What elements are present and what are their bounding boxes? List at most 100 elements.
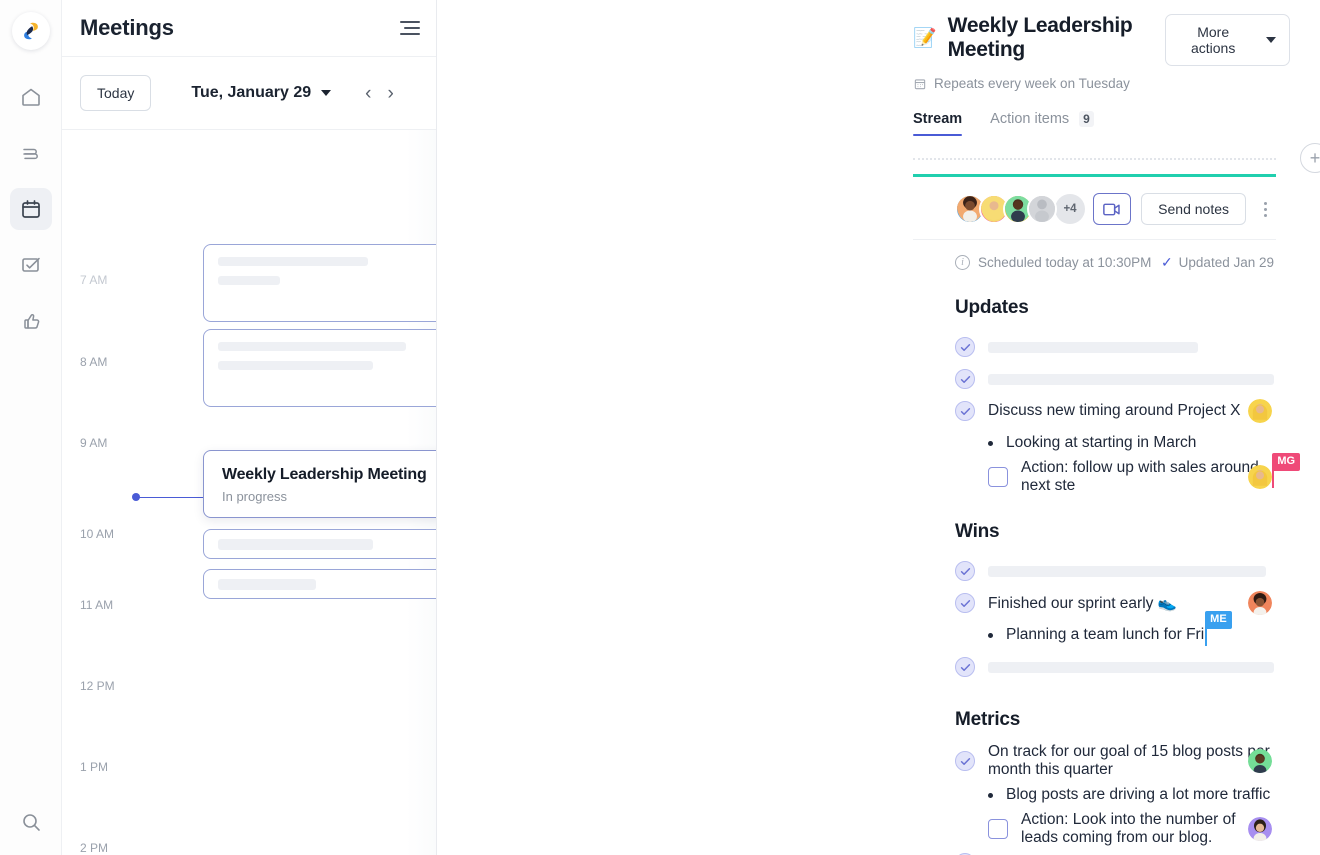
event-title-placeholder (218, 342, 406, 351)
tab-stream-label: Stream (913, 111, 963, 127)
scheduled-info: i Scheduled today at 10:30PM (955, 255, 1151, 270)
section-heading: Wins (955, 521, 1000, 542)
notepad-icon: 📝 (913, 27, 937, 49)
more-actions-button[interactable]: More actions (1165, 14, 1290, 66)
note-sub-line[interactable]: Looking at starting in March (955, 427, 1274, 459)
current-date-label: Tue, January 29 (191, 84, 312, 101)
note-line[interactable] (955, 847, 1274, 855)
action-item-text: Action: Look into the number of leads co… (1021, 811, 1236, 846)
hour-label: 9 AM (80, 436, 108, 450)
date-selector[interactable]: Tue, January 29 (191, 84, 332, 102)
event-title-placeholder (218, 539, 373, 550)
calendar-event[interactable] (203, 329, 436, 407)
dotted-divider (913, 158, 1276, 160)
collab-cursor-label: MG (1272, 452, 1301, 471)
notes-body[interactable]: Updates Discuss new timing around Projec… (913, 297, 1301, 855)
meeting-title: Weekly Leadership Meeting (947, 14, 1133, 61)
more-actions-label: More actions (1190, 24, 1236, 56)
bullet-icon (988, 632, 993, 638)
page-title: Meetings (80, 15, 174, 40)
hour-label: 2 PM (80, 841, 109, 855)
more-options-icon[interactable] (1256, 198, 1274, 221)
note-text-placeholder (988, 565, 1266, 577)
card-meta: i Scheduled today at 10:30PM ✓ Updated J… (913, 240, 1276, 271)
check-circle-icon[interactable] (955, 751, 975, 771)
hour-label: 11 AM (80, 598, 114, 612)
collab-cursor-mg: MG (1272, 452, 1301, 488)
note-sub-text: Looking at starting in March (1006, 434, 1197, 451)
check-circle-icon[interactable] (955, 657, 975, 677)
note-line[interactable] (955, 331, 1274, 363)
note-text-placeholder (988, 341, 1198, 353)
tab-stream[interactable]: Stream (913, 111, 963, 136)
check-circle-icon[interactable] (955, 369, 975, 389)
meeting-header: 📝 Weekly Leadership Meeting More actions… (437, 0, 1320, 136)
action-item-line[interactable]: Action: follow up with sales around next… (955, 452, 1301, 495)
calendar-event[interactable] (203, 529, 436, 559)
video-camera-icon[interactable] (1093, 193, 1132, 225)
note-text: Finished our sprint early 👟 (988, 594, 1178, 612)
note-sub-line[interactable]: Planning a team lunch for Fri ME (955, 610, 1274, 651)
check-circle-icon[interactable] (955, 561, 975, 581)
note-line[interactable]: On track for our goal of 15 blog posts p… (955, 743, 1274, 779)
calendar-toolbar: Today Tue, January 29 ‹ › (62, 57, 436, 130)
check-icon: ✓ (1160, 254, 1173, 270)
updated-info: ✓ Updated Jan 29 (1161, 254, 1274, 271)
avatar[interactable] (1248, 465, 1272, 489)
hour-label: 7 AM (80, 273, 108, 287)
section-heading: Metrics (955, 709, 1021, 730)
action-item-line[interactable]: Action: Look into the number of leads co… (955, 811, 1274, 847)
plus-icon[interactable]: + (1300, 143, 1320, 173)
avatar[interactable] (1027, 194, 1057, 224)
send-notes-button[interactable]: Send notes (1141, 193, 1246, 225)
tab-action-items[interactable]: Action items 9 (990, 111, 1094, 136)
calendar-panel: Meetings Today Tue, January 29 ‹ › 7 AM … (62, 0, 437, 855)
calendar-event[interactable] (203, 569, 436, 599)
section-heading: Updates (955, 297, 1029, 318)
note-text-placeholder (988, 373, 1274, 385)
date-nav: ‹ › (365, 84, 394, 103)
calendar-repeat-icon (914, 78, 926, 89)
check-circle-icon[interactable] (955, 593, 975, 613)
calendar-event-active[interactable]: Weekly Leadership Meeting In progress (203, 450, 436, 518)
attendee-avatars[interactable]: +4 (955, 194, 1085, 224)
avatar[interactable] (1248, 591, 1272, 615)
prev-day-button[interactable]: ‹ (365, 84, 371, 103)
sidebar-item-home[interactable] (10, 76, 52, 118)
sidebar-item-tasks[interactable] (10, 244, 52, 286)
avatar-overflow-count[interactable]: +4 (1055, 194, 1085, 224)
sidebar-item-meetings[interactable] (9, 188, 52, 230)
bullet-icon (988, 440, 993, 446)
sidebar-item-praise[interactable] (10, 300, 52, 342)
checkbox[interactable] (988, 819, 1008, 839)
note-line[interactable] (955, 363, 1274, 395)
chevron-down-icon (1266, 37, 1276, 43)
note-line[interactable]: Discuss new timing around Project X (955, 395, 1274, 427)
add-block-separator: + (437, 143, 1320, 173)
calendar-grid[interactable]: 7 AM 8 AM 9 AM 10 AM 11 AM 12 PM 1 PM 2 … (62, 130, 436, 855)
left-nav-rail (0, 0, 62, 855)
hour-label: 10 AM (80, 527, 115, 541)
checkbox[interactable] (988, 467, 1008, 487)
calendar-event[interactable] (203, 244, 436, 322)
today-button[interactable]: Today (80, 75, 152, 111)
sidebar-item-feed[interactable] (10, 132, 52, 174)
next-day-button[interactable]: › (387, 84, 393, 103)
check-circle-icon[interactable] (955, 337, 975, 357)
event-subtitle-placeholder (218, 361, 373, 370)
updated-text: Updated Jan 29 (1178, 255, 1274, 270)
search-icon[interactable] (10, 801, 52, 843)
note-sub-line[interactable]: Blog posts are driving a lot more traffi… (955, 779, 1274, 811)
meeting-tabs: Stream Action items 9 (913, 111, 1290, 136)
avatar[interactable] (1248, 817, 1272, 841)
meeting-detail-panel: 📝 Weekly Leadership Meeting More actions… (437, 0, 1320, 855)
avatar[interactable] (1248, 749, 1272, 773)
note-text: Discuss new timing around Project X (988, 402, 1241, 419)
info-icon: i (955, 255, 970, 270)
app-logo[interactable] (11, 12, 50, 50)
check-circle-icon[interactable] (955, 401, 975, 421)
hamburger-menu-icon[interactable] (392, 14, 420, 42)
note-line[interactable] (955, 555, 1274, 587)
note-line[interactable] (955, 651, 1274, 683)
avatar[interactable] (1248, 399, 1272, 423)
